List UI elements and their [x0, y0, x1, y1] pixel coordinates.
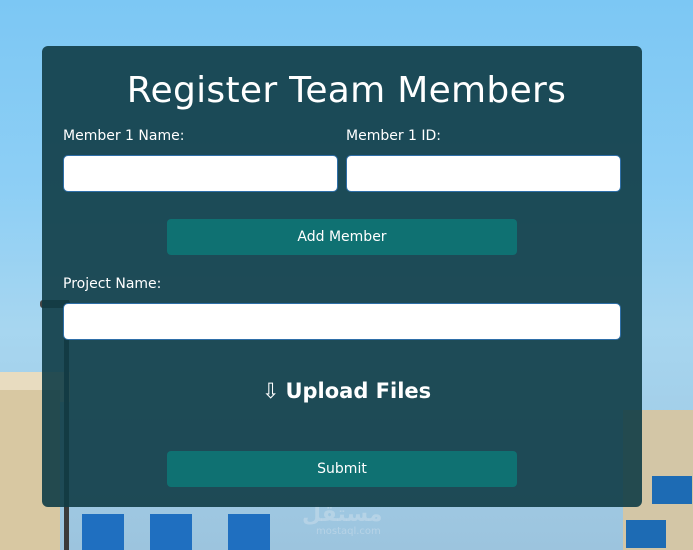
- upload-files-button[interactable]: ⇩ Upload Files: [0, 379, 693, 403]
- member1-name-input[interactable]: [63, 155, 338, 192]
- building-window: [626, 520, 666, 548]
- member1-name-label: Member 1 Name:: [63, 128, 185, 144]
- submit-button[interactable]: Submit: [167, 451, 517, 487]
- page-title: Register Team Members: [126, 70, 567, 111]
- building-window: [150, 514, 192, 550]
- project-name-input[interactable]: [63, 303, 621, 340]
- member1-id-label: Member 1 ID:: [346, 128, 442, 144]
- building-window: [652, 476, 692, 504]
- building-window: [228, 514, 270, 550]
- add-member-button[interactable]: Add Member: [167, 219, 517, 255]
- project-name-label: Project Name:: [63, 276, 162, 292]
- building-window: [82, 514, 124, 550]
- download-arrow-icon: ⇩: [261, 379, 280, 403]
- upload-files-label: Upload Files: [285, 379, 432, 403]
- member1-id-input[interactable]: [346, 155, 621, 192]
- watermark-url: mostaql.com: [316, 526, 381, 537]
